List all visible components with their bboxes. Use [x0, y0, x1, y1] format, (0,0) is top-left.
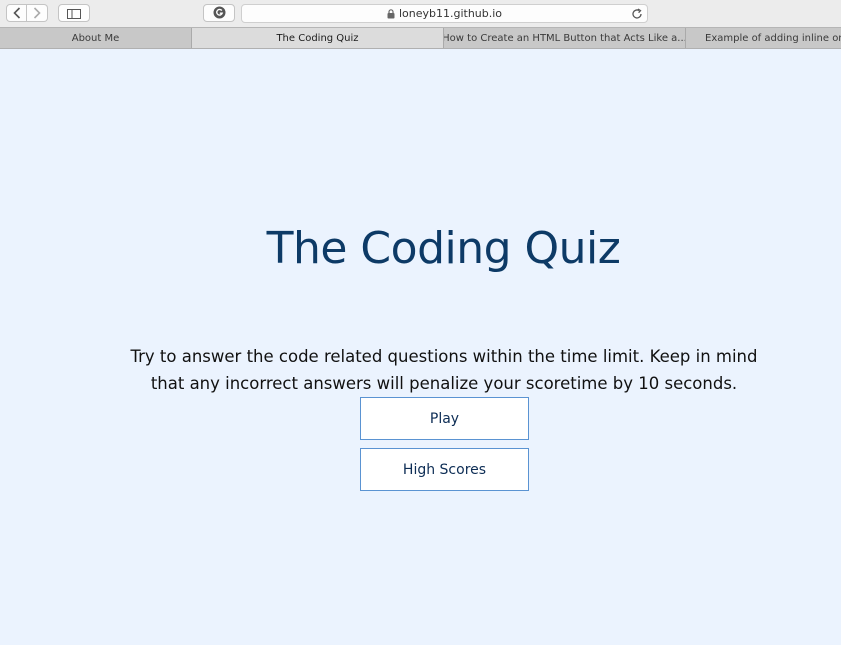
- tab-inline-onclick[interactable]: Example of adding inline onclick: [686, 28, 841, 48]
- tab-label: How to Create an HTML Button that Acts L…: [444, 33, 686, 44]
- lock-icon: [387, 8, 395, 19]
- tab-label: About Me: [71, 33, 120, 44]
- sidebar-toggle-button[interactable]: [58, 4, 90, 22]
- page-title: The Coding Quiz: [266, 223, 621, 274]
- back-button[interactable]: [6, 4, 27, 22]
- chevron-right-icon: [33, 4, 41, 23]
- address-bar[interactable]: loneyb11.github.io: [241, 4, 648, 23]
- grammarly-extension-button[interactable]: [203, 4, 235, 22]
- quiz-instructions: Try to answer the code related questions…: [130, 347, 758, 393]
- page-content: The Coding Quiz Try to answer the code r…: [0, 49, 841, 645]
- tab-about-me[interactable]: About Me: [0, 28, 192, 48]
- high-scores-button[interactable]: High Scores: [360, 448, 529, 491]
- tab-label: The Coding Quiz: [276, 33, 359, 44]
- tab-html-button[interactable]: How to Create an HTML Button that Acts L…: [444, 28, 686, 48]
- tab-label: Example of adding inline onclick: [705, 33, 841, 44]
- browser-toolbar: loneyb11.github.io: [0, 0, 841, 27]
- play-button[interactable]: Play: [360, 397, 529, 440]
- sidebar-icon: [67, 4, 81, 23]
- forward-button[interactable]: [27, 4, 48, 22]
- grammarly-icon: [213, 4, 226, 23]
- tab-the-coding-quiz[interactable]: The Coding Quiz: [192, 28, 444, 48]
- tab-bar: About Me The Coding Quiz How to Create a…: [0, 27, 841, 49]
- reload-icon[interactable]: [630, 7, 643, 20]
- chevron-left-icon: [12, 4, 21, 23]
- url-text: loneyb11.github.io: [398, 7, 503, 20]
